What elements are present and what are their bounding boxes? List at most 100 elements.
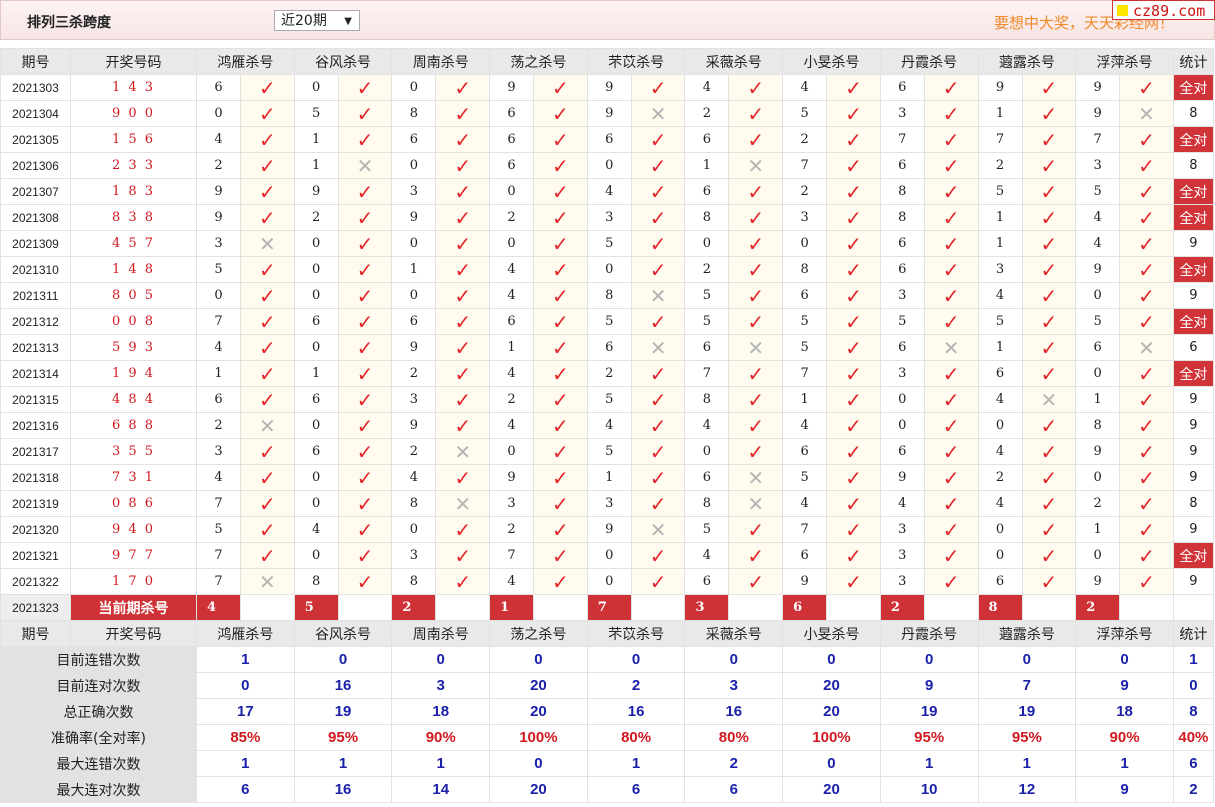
check-icon: ✓ (826, 386, 881, 413)
check-icon: ✓ (923, 126, 979, 153)
kill-number-cell: 3 (879, 100, 925, 127)
stats-value: 16 (586, 698, 686, 725)
header-expert: 蕸露杀号 (977, 620, 1077, 647)
issue-cell: 2021311 (0, 282, 71, 309)
stats-row: 目前连对次数 0 16 3 20 2 3 20 9 7 9 0 (0, 672, 1214, 699)
kill-number-cell: 2 (977, 464, 1023, 491)
stat-cell: 全对 (1172, 542, 1214, 569)
check-icon: ✓ (1119, 204, 1174, 231)
kill-number-cell: 6 (879, 256, 925, 283)
stats-value: 18 (1075, 698, 1174, 725)
check-icon: ✓ (337, 334, 393, 361)
kill-number-cell: 4 (489, 412, 535, 439)
check-icon: ✓ (533, 152, 588, 179)
kill-number-cell: 4 (684, 542, 730, 569)
issue-cell: 2021315 (0, 386, 71, 413)
check-icon: ✓ (1021, 256, 1077, 283)
draw-number-cell: 8 3 8 (70, 204, 197, 231)
table-row: 2021322 1 7 0 7 ✕ 8 ✓ 8 ✓ 4 ✓ 0 ✓ 6 ✓ 9 ✓ 3 ✓ 6 ✓ 9 ✓ 9 (0, 568, 1214, 595)
check-icon: ✓ (435, 74, 491, 101)
header-expert: 丹霞杀号 (879, 48, 979, 75)
draw-number-cell: 9 7 7 (70, 542, 197, 569)
kill-number-table: 期号 开奖号码 鸿雁杀号 谷风杀号 周南杀号 荡之杀号 芣苡杀号 采薇杀号 小旻杀号 丹霞杀号 蕸露… (0, 48, 1214, 803)
kill-number-cell: 2 (977, 152, 1023, 179)
cross-icon: ✕ (630, 516, 686, 543)
table-row: 2021309 4 5 7 3 ✕ 0 ✓ 0 ✓ 0 ✓ 5 ✓ 0 ✓ 0 ✓ 6 ✓ 1 ✓ 4 ✓ 9 (0, 230, 1214, 257)
stats-label: 总正确次数 (0, 698, 197, 725)
check-icon: ✓ (533, 438, 588, 465)
current-kill-row: 2021323 当前期杀号 4 5 2 1 7 3 6 2 8 2 (0, 594, 1214, 621)
stats-value: 18 (391, 698, 491, 725)
stat-cell: 8 (1172, 100, 1214, 127)
current-kill-number: 2 (879, 594, 925, 621)
check-icon: ✓ (630, 412, 686, 439)
kill-number-cell: 8 (684, 204, 730, 231)
check-icon: ✓ (533, 178, 588, 205)
draw-number-cell: 1 4 3 (70, 74, 197, 101)
kill-number-cell: 2 (684, 100, 730, 127)
stats-value: 0 (782, 646, 881, 673)
check-icon: ✓ (240, 464, 295, 491)
check-icon: ✓ (1021, 542, 1077, 569)
issue-cell: 2021319 (0, 490, 71, 517)
kill-number-cell: 5 (586, 386, 632, 413)
check-icon: ✓ (533, 74, 588, 101)
issue-cell: 2021304 (0, 100, 71, 127)
kill-number-cell: 8 (391, 100, 437, 127)
kill-number-cell: 4 (586, 412, 632, 439)
issue-cell: 2021321 (0, 542, 71, 569)
stats-value: 20 (782, 776, 881, 803)
issue-cell: 2021322 (0, 568, 71, 595)
check-icon: ✓ (1119, 308, 1174, 335)
check-icon: ✓ (435, 412, 491, 439)
header-expert: 采薇杀号 (684, 48, 784, 75)
header-expert: 采薇杀号 (684, 620, 784, 647)
kill-number-cell: 4 (684, 412, 730, 439)
stats-value: 95% (879, 724, 979, 751)
kill-number-cell: 4 (489, 256, 535, 283)
current-issue: 2021323 (0, 594, 71, 621)
check-icon: ✓ (1021, 334, 1077, 361)
kill-number-cell: 2 (586, 360, 632, 387)
site-logo[interactable]: cz89.com (1112, 0, 1215, 20)
stats-value: 6 (684, 776, 784, 803)
kill-number-cell: 4 (782, 74, 828, 101)
check-icon: ✓ (337, 386, 393, 413)
kill-number-cell: 0 (977, 542, 1023, 569)
check-icon: ✓ (533, 386, 588, 413)
table-row: 2021306 2 3 3 2 ✓ 1 ✕ 0 ✓ 6 ✓ 0 ✓ 1 ✕ 7 ✓ 6 ✓ 2 ✓ 3 ✓ 8 (0, 152, 1214, 179)
kill-number-cell: 4 (489, 282, 535, 309)
table-row: 2021311 8 0 5 0 ✓ 0 ✓ 0 ✓ 4 ✓ 8 ✕ 5 ✓ 6 ✓ 3 ✓ 4 ✓ 0 ✓ 9 (0, 282, 1214, 309)
kill-number-cell: 0 (293, 542, 339, 569)
check-icon: ✓ (1021, 308, 1077, 335)
kill-number-cell: 2 (196, 412, 241, 439)
check-icon: ✓ (337, 568, 393, 595)
kill-number-cell: 9 (586, 516, 632, 543)
kill-number-cell: 9 (391, 412, 437, 439)
kill-number-cell: 6 (879, 438, 925, 465)
kill-number-cell: 5 (1075, 178, 1121, 205)
check-icon: ✓ (533, 126, 588, 153)
kill-number-cell: 9 (391, 334, 437, 361)
check-icon: ✓ (728, 438, 784, 465)
table-row: 2021310 1 4 8 5 ✓ 0 ✓ 1 ✓ 4 ✓ 0 ✓ 2 ✓ 8 ✓ 6 ✓ 3 ✓ 9 ✓ 全对 (0, 256, 1214, 283)
header-issue: 期号 (0, 48, 71, 75)
kill-number-cell: 6 (684, 568, 730, 595)
kill-number-cell: 4 (196, 334, 241, 361)
table-header-row: 期号 开奖号码 鸿雁杀号 谷风杀号 周南杀号 荡之杀号 芣苡杀号 采薇杀号 小旻杀号 丹霞杀号 蕸露… (0, 620, 1214, 647)
kill-number-cell: 2 (391, 438, 437, 465)
check-icon: ✓ (240, 100, 295, 127)
stats-value: 9 (879, 672, 979, 699)
draw-number-cell: 0 8 6 (70, 490, 197, 517)
check-icon: ✓ (1021, 516, 1077, 543)
check-icon: ✓ (533, 282, 588, 309)
check-icon: ✓ (728, 386, 784, 413)
table-row: 2021320 9 4 0 5 ✓ 4 ✓ 0 ✓ 2 ✓ 9 ✕ 5 ✓ 7 ✓ 3 ✓ 0 ✓ 1 ✓ 9 (0, 516, 1214, 543)
period-select[interactable]: 近20期 ▼ (274, 10, 360, 31)
kill-number-cell: 1 (391, 256, 437, 283)
kill-number-cell: 6 (293, 438, 339, 465)
check-icon: ✓ (533, 334, 588, 361)
check-icon: ✓ (630, 360, 686, 387)
stats-label: 最大连对次数 (0, 776, 197, 803)
check-icon: ✓ (435, 360, 491, 387)
